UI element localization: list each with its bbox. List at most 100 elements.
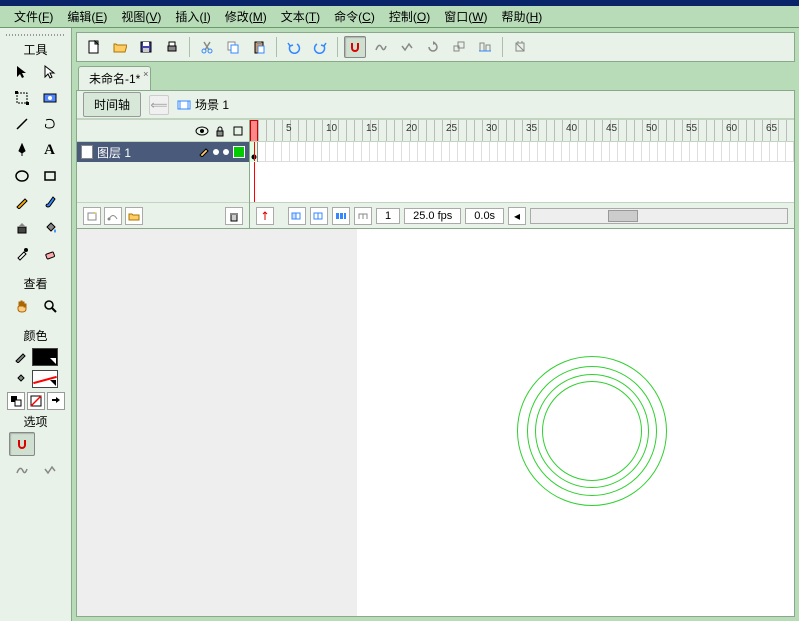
undo-button[interactable] xyxy=(283,36,305,58)
layer-lock-dot-icon[interactable] xyxy=(223,149,229,155)
edit-multiple-button[interactable] xyxy=(332,207,350,225)
selection-tool[interactable] xyxy=(9,60,35,84)
timeline-ruler[interactable]: 510152025303540455055606570 xyxy=(250,120,794,142)
lock-icon[interactable] xyxy=(213,124,227,138)
ruler-tick-label: 45 xyxy=(606,123,617,134)
drawn-circle-4[interactable] xyxy=(542,381,642,481)
no-color-button[interactable] xyxy=(27,392,45,410)
hand-tool[interactable] xyxy=(9,294,35,318)
debug-button[interactable] xyxy=(509,36,531,58)
straighten-option[interactable] xyxy=(37,458,63,482)
paste-button[interactable] xyxy=(248,36,270,58)
print-button[interactable] xyxy=(161,36,183,58)
ruler-tick-label: 15 xyxy=(366,123,377,134)
main-area: 工具 A 查看 颜色 xyxy=(0,28,799,621)
ruler-tick-label: 40 xyxy=(566,123,577,134)
copy-button[interactable] xyxy=(222,36,244,58)
text-tool[interactable]: A xyxy=(37,138,63,162)
stroke-color-swatch[interactable] xyxy=(32,348,58,366)
layer-row[interactable]: 图层 1 xyxy=(77,142,249,162)
color-buttons xyxy=(7,392,65,410)
layer-vis-dot-icon[interactable] xyxy=(213,149,219,155)
menu-view[interactable]: 视图(V) xyxy=(115,6,167,27)
back-arrow-button[interactable]: ⟸ xyxy=(149,95,169,115)
menu-help[interactable]: 帮助(H) xyxy=(496,6,549,27)
oval-tool[interactable] xyxy=(9,164,35,188)
stage-wrapper xyxy=(76,229,795,617)
straighten-button[interactable] xyxy=(396,36,418,58)
add-motion-guide-button[interactable] xyxy=(104,207,122,225)
onion-outline-button[interactable] xyxy=(310,207,328,225)
pen-tool[interactable] xyxy=(9,138,35,162)
ruler-tick-label: 20 xyxy=(406,123,417,134)
ink-bottle-tool[interactable] xyxy=(9,216,35,240)
free-transform-tool[interactable] xyxy=(9,86,35,110)
center-frame-button[interactable] xyxy=(256,207,274,225)
menu-modify[interactable]: 修改(M) xyxy=(219,6,273,27)
onion-skin-button[interactable] xyxy=(288,207,306,225)
menu-window[interactable]: 窗口(W) xyxy=(438,6,493,27)
pencil-tool[interactable] xyxy=(9,190,35,214)
scene-label[interactable]: 场景 1 xyxy=(177,96,229,113)
brush-tool[interactable] xyxy=(37,190,63,214)
ruler-tick-label: 10 xyxy=(326,123,337,134)
lasso-tool[interactable] xyxy=(37,112,63,136)
redo-button[interactable] xyxy=(309,36,331,58)
open-button[interactable] xyxy=(109,36,131,58)
menu-text[interactable]: 文本(T) xyxy=(275,6,326,27)
smooth-option[interactable] xyxy=(9,458,35,482)
gradient-transform-tool[interactable] xyxy=(37,86,63,110)
stage-pasteboard[interactable] xyxy=(77,229,357,616)
scroll-thumb[interactable] xyxy=(608,210,638,222)
save-button[interactable] xyxy=(135,36,157,58)
playhead-icon[interactable] xyxy=(250,120,258,142)
add-layer-button[interactable] xyxy=(83,207,101,225)
new-button[interactable] xyxy=(83,36,105,58)
document-tab[interactable]: 未命名-1* × xyxy=(78,66,151,90)
scale-button[interactable] xyxy=(448,36,470,58)
menu-control[interactable]: 控制(O) xyxy=(383,6,436,27)
rotate-button[interactable] xyxy=(422,36,444,58)
eyedropper-tool[interactable] xyxy=(9,242,35,266)
subselect-tool[interactable] xyxy=(37,60,63,84)
layer-column: 图层 1 xyxy=(77,120,250,228)
outline-icon[interactable] xyxy=(231,124,245,138)
stage-canvas[interactable] xyxy=(357,229,794,616)
menu-edit[interactable]: 编辑(E) xyxy=(61,6,113,27)
main-toolbar xyxy=(76,32,795,62)
default-colors-button[interactable] xyxy=(7,392,25,410)
layer-outline-swatch[interactable] xyxy=(233,146,245,158)
colors-label: 颜色 xyxy=(23,327,47,344)
delete-layer-button[interactable] xyxy=(225,207,243,225)
snap-option[interactable] xyxy=(9,432,35,456)
document-tab-label: 未命名-1* xyxy=(89,72,140,86)
ruler-tick-label: 65 xyxy=(766,123,777,134)
menu-insert[interactable]: 插入(I) xyxy=(169,6,216,27)
swap-colors-button[interactable] xyxy=(47,392,65,410)
timeline-tab[interactable]: 时间轴 xyxy=(83,92,141,117)
snap-to-objects-button[interactable] xyxy=(344,36,366,58)
timeline-hscroll[interactable] xyxy=(530,208,788,224)
add-folder-button[interactable] xyxy=(125,207,143,225)
menu-commands[interactable]: 命令(C) xyxy=(328,6,381,27)
onion-markers-button[interactable] xyxy=(354,207,372,225)
panel-grip-icon[interactable] xyxy=(6,34,66,36)
frames-row[interactable] xyxy=(250,142,794,162)
fill-bucket-icon xyxy=(14,372,28,386)
fps-display: 25.0 fps xyxy=(404,208,461,224)
align-button[interactable] xyxy=(474,36,496,58)
stroke-pencil-icon xyxy=(14,350,28,364)
eraser-tool[interactable] xyxy=(37,242,63,266)
fill-color-swatch[interactable] xyxy=(32,370,58,388)
scene-bar: 时间轴 ⟸ 场景 1 xyxy=(77,91,794,119)
line-tool[interactable] xyxy=(9,112,35,136)
eye-icon[interactable] xyxy=(195,124,209,138)
scroll-left-button[interactable]: ◂ xyxy=(508,207,526,225)
close-icon[interactable]: × xyxy=(143,69,148,79)
menu-file[interactable]: 文件(F) xyxy=(8,6,59,27)
cut-button[interactable] xyxy=(196,36,218,58)
paint-bucket-tool[interactable] xyxy=(37,216,63,240)
smooth-button[interactable] xyxy=(370,36,392,58)
zoom-tool[interactable] xyxy=(37,294,63,318)
rectangle-tool[interactable] xyxy=(37,164,63,188)
